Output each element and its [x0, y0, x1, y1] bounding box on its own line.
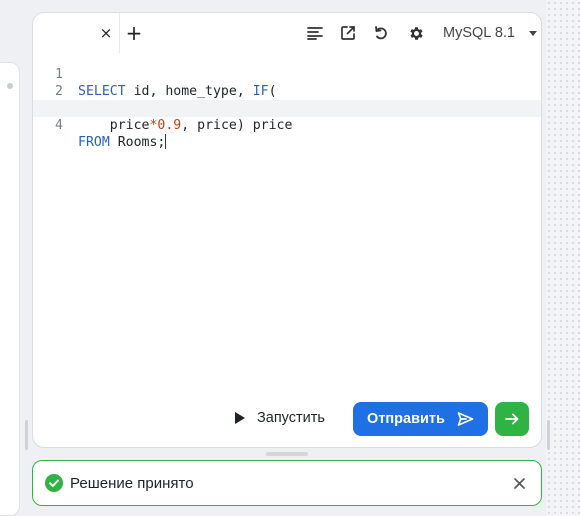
- next-task-button[interactable]: [495, 402, 529, 436]
- task-panel-edge: [0, 62, 20, 516]
- run-button[interactable]: Запустить: [229, 403, 331, 433]
- format-icon[interactable]: [304, 22, 326, 44]
- right-background: [546, 0, 580, 516]
- tab-divider: [119, 13, 120, 53]
- code-line: 3 price*0.9, price) price: [33, 83, 541, 133]
- tab-close-button[interactable]: ×: [93, 20, 119, 46]
- reset-icon[interactable]: [370, 22, 392, 44]
- run-label: Запустить: [257, 410, 325, 426]
- submit-label: Отправить: [367, 411, 445, 427]
- status-message: Решение принято: [70, 475, 194, 492]
- panel-knob: [7, 83, 13, 89]
- line-number: 4: [55, 118, 63, 133]
- settings-icon[interactable]: [405, 22, 427, 44]
- arrow-right-icon: [505, 413, 519, 425]
- line-content: FROM Rooms;: [78, 134, 167, 150]
- editor-tabbar: × + MySQL 8.1: [33, 13, 541, 53]
- left-resize-handle[interactable]: [25, 420, 28, 450]
- code-area[interactable]: 1 SELECT id, home_type, IF( 2 has_tv and…: [33, 49, 541, 150]
- code-line: 2 has_tv and has_internet,: [33, 66, 541, 116]
- dialect-select[interactable]: MySQL 8.1: [443, 22, 537, 44]
- text-cursor: [165, 134, 167, 149]
- dialect-label: MySQL 8.1: [443, 25, 515, 41]
- submit-button[interactable]: Отправить: [353, 402, 488, 436]
- code-line: 1 SELECT id, home_type, IF(: [33, 49, 541, 99]
- line-content: price*0.9, price) price: [78, 118, 293, 133]
- right-resize-handle[interactable]: [547, 420, 550, 450]
- chevron-down-icon: [529, 30, 537, 36]
- add-tab-button[interactable]: +: [121, 20, 147, 46]
- open-external-icon[interactable]: [337, 22, 359, 44]
- close-icon[interactable]: [509, 473, 529, 493]
- result-status-banner: Решение принято: [32, 460, 542, 506]
- check-circle-icon: [45, 474, 63, 492]
- play-icon: [235, 412, 245, 424]
- code-editor-panel: × + MySQL 8.1 1 SELECT id, home_type, IF…: [32, 12, 542, 448]
- vertical-resize-handle[interactable]: [266, 452, 308, 456]
- send-icon: [457, 412, 474, 426]
- code-line-active: 4 FROM Rooms;: [33, 100, 541, 150]
